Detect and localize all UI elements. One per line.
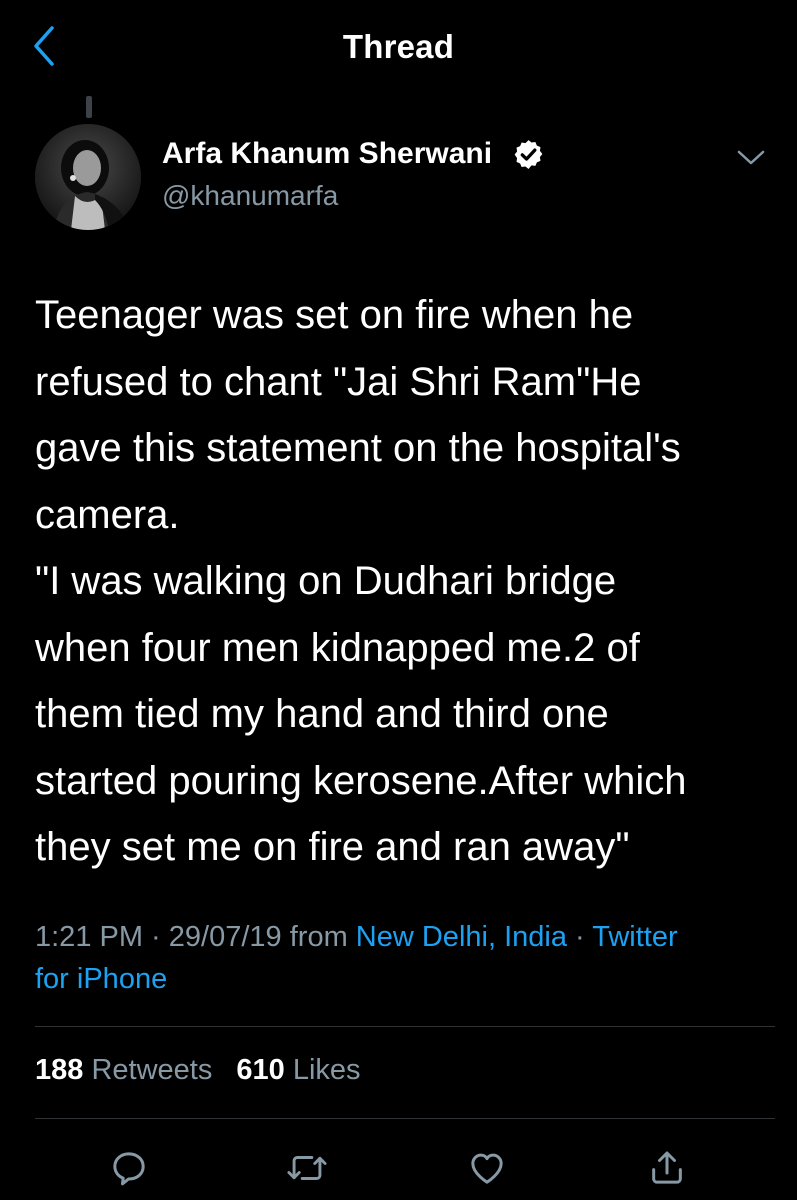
page-title: Thread: [342, 28, 455, 65]
tweet-text-line: Teenager was set on fire when he: [35, 293, 634, 337]
reply-button[interactable]: [105, 1144, 153, 1192]
author-name[interactable]: Arfa Khanum Sherwani: [162, 137, 492, 171]
engagement-stats: 188 Retweets 610 Likes: [35, 1054, 377, 1087]
tweet-text-line: them tied my hand and third one: [35, 692, 609, 736]
tweet-time: 1:21 PM: [35, 921, 143, 953]
retweet-button[interactable]: [283, 1144, 331, 1192]
tweet-text-line: started pouring kerosene.After which: [35, 758, 687, 803]
verified-badge-icon: [514, 140, 543, 169]
tweet-text-line: refused to chant "Jai Shri Ram"He: [35, 359, 642, 404]
tweet-date: 29/07/19: [168, 921, 282, 953]
likes-stat[interactable]: 610 Likes: [236, 1054, 360, 1086]
tweet-text-line: gave this statement on the hospital's: [35, 426, 681, 470]
tweet-text-line: when four men kidnapped me.2 of: [35, 625, 640, 670]
retweets-stat[interactable]: 188 Retweets: [35, 1054, 212, 1086]
avatar-image: [35, 124, 141, 230]
share-icon: [652, 1151, 682, 1184]
tweet-text-line: "I was walking on Dudhari bridge: [35, 559, 617, 603]
tweet-text-line: camera.: [35, 492, 180, 537]
source-client-link[interactable]: for iPhone: [35, 963, 167, 995]
reply-icon: [113, 1152, 145, 1186]
likes-label: Likes: [292, 1054, 361, 1086]
meta-from-label: from: [281, 921, 356, 953]
likes-count: 610: [236, 1054, 285, 1086]
navigation-bar: Thread: [0, 0, 797, 95]
avatar[interactable]: [35, 124, 141, 230]
divider: [35, 1026, 775, 1027]
chevron-down-icon: [737, 150, 765, 165]
action-bar: [0, 1138, 797, 1194]
meta-separator: ·: [566, 921, 593, 953]
divider: [35, 1118, 775, 1119]
author-handle[interactable]: @khanumarfa: [162, 180, 338, 212]
retweets-count: 188: [35, 1054, 84, 1086]
tweet-metadata: 1:21 PM · 29/07/19 from New Delhi, India…: [35, 916, 775, 1000]
tweet-text: Teenager was set on fire when he refused…: [35, 282, 775, 881]
share-button[interactable]: [643, 1144, 691, 1192]
thread-connector-line: [86, 96, 92, 118]
retweets-label: Retweets: [91, 1054, 213, 1086]
more-options-button[interactable]: [733, 144, 769, 172]
tweet-text-line: they set me on fire and ran away": [35, 825, 630, 869]
retweet-icon: [287, 1156, 327, 1180]
meta-separator: ·: [143, 921, 169, 953]
location-link[interactable]: New Delhi, India: [356, 921, 567, 953]
like-button[interactable]: [463, 1144, 511, 1192]
like-icon: [471, 1153, 503, 1184]
source-client-link[interactable]: Twitter: [592, 921, 677, 953]
